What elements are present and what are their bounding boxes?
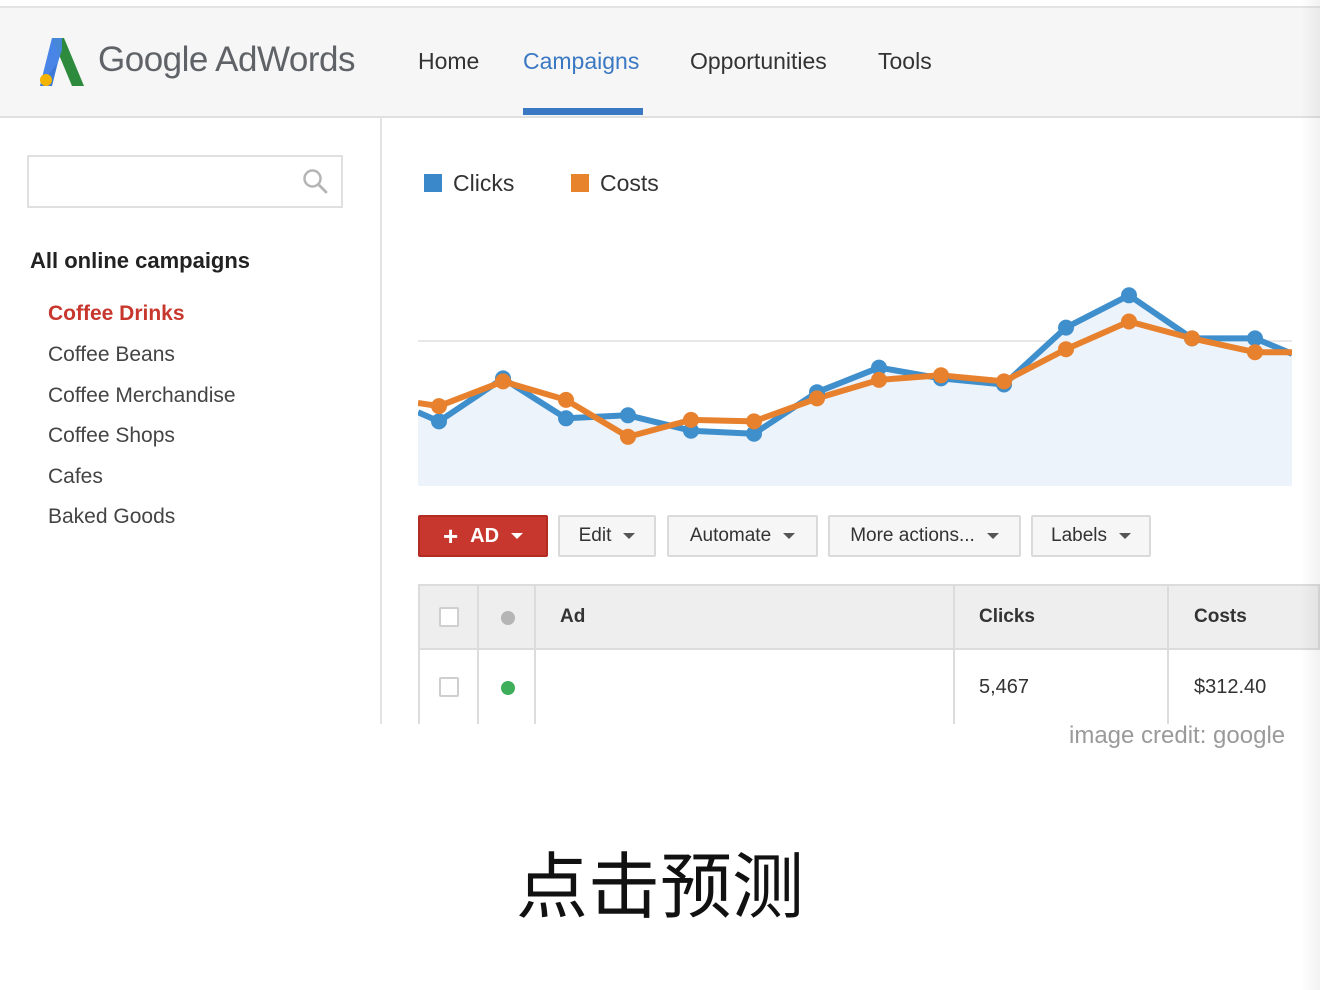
- costs-data-point[interactable]: [933, 367, 949, 384]
- sidebar-item-coffee-beans[interactable]: Coffee Beans: [48, 343, 175, 367]
- active-tab-indicator: [523, 108, 643, 115]
- clicks-data-point[interactable]: [1058, 319, 1074, 336]
- legend-label-costs[interactable]: Costs: [600, 170, 659, 197]
- clicks-area-fill: [418, 295, 1292, 486]
- automate-label: Automate: [689, 525, 772, 546]
- legend-swatch-clicks: [424, 174, 442, 192]
- column-divider: [953, 584, 955, 724]
- video-subtitle: 点击预测: [515, 848, 804, 928]
- sidebar-divider: [380, 118, 382, 724]
- window-top-border: [0, 0, 1320, 8]
- chevron-down-icon: [1119, 533, 1131, 539]
- nav-tab-home[interactable]: Home: [418, 48, 479, 75]
- clicks-data-point[interactable]: [431, 413, 447, 430]
- costs-data-point[interactable]: [495, 373, 511, 390]
- edit-button[interactable]: Edit: [558, 515, 656, 557]
- labels-label: Labels: [1051, 525, 1107, 546]
- select-all-checkbox[interactable]: [439, 607, 459, 627]
- sidebar-item-coffee-shops[interactable]: Coffee Shops: [48, 424, 175, 448]
- chevron-down-icon: [986, 533, 999, 539]
- clicks-data-point[interactable]: [558, 410, 574, 427]
- costs-data-point[interactable]: [683, 411, 699, 428]
- costs-data-point[interactable]: [431, 398, 447, 415]
- sidebar-item-coffee-merchandise[interactable]: Coffee Merchandise: [48, 384, 236, 408]
- nav-tab-tools[interactable]: Tools: [878, 48, 932, 75]
- column-divider: [534, 584, 536, 724]
- costs-data-point[interactable]: [1247, 344, 1263, 361]
- column-header-costs[interactable]: Costs: [1194, 606, 1247, 628]
- automate-button[interactable]: Automate: [667, 515, 818, 557]
- clicks-data-point[interactable]: [1121, 287, 1137, 304]
- plus-icon: +: [442, 521, 459, 551]
- table-left-border: [418, 584, 420, 724]
- costs-data-point[interactable]: [620, 428, 636, 445]
- sidebar-item-cafes[interactable]: Cafes: [48, 465, 103, 489]
- chevron-down-icon: [783, 533, 796, 539]
- more-actions-button[interactable]: More actions...: [828, 515, 1021, 557]
- chevron-down-icon: [511, 533, 524, 539]
- sidebar-item-baked-goods[interactable]: Baked Goods: [48, 505, 175, 529]
- column-header-ad[interactable]: Ad: [560, 606, 585, 628]
- column-divider: [1167, 584, 1169, 724]
- add-ad-label: AD: [470, 524, 500, 547]
- table-cell-costs: $312.40: [1194, 676, 1267, 698]
- ads-table: Ad Clicks Costs 5,467 $312.40: [418, 584, 1320, 724]
- nav-tab-opportunities[interactable]: Opportunities: [690, 48, 827, 75]
- table-cell-clicks: 5,467: [979, 676, 1030, 698]
- row-checkbox[interactable]: [439, 677, 459, 697]
- column-header-clicks[interactable]: Clicks: [979, 606, 1035, 628]
- costs-data-point[interactable]: [871, 371, 887, 388]
- image-credit: image credit: google: [1069, 722, 1286, 749]
- legend-label-clicks[interactable]: Clicks: [453, 170, 514, 197]
- add-ad-button[interactable]: + AD: [418, 515, 548, 557]
- costs-data-point[interactable]: [558, 391, 574, 408]
- edge-shadow: [1300, 0, 1320, 990]
- clicks-data-point[interactable]: [1247, 330, 1263, 347]
- status-header-icon[interactable]: [501, 611, 515, 625]
- more-actions-label: More actions...: [850, 525, 975, 546]
- nav-tab-campaigns[interactable]: Campaigns: [523, 48, 639, 75]
- labels-button[interactable]: Labels: [1031, 515, 1151, 557]
- clicks-data-point[interactable]: [620, 407, 636, 424]
- performance-chart: [418, 287, 1292, 486]
- costs-data-point[interactable]: [1058, 341, 1074, 358]
- adwords-logo-icon[interactable]: [38, 38, 86, 86]
- column-divider: [477, 584, 479, 724]
- status-enabled-icon[interactable]: [501, 681, 515, 695]
- sidebar-item-coffee-drinks[interactable]: Coffee Drinks: [48, 302, 185, 326]
- search-icon[interactable]: [302, 168, 328, 194]
- campaigns-heading: All online campaigns: [30, 248, 251, 273]
- table-header-row: [418, 584, 1320, 650]
- edit-label: Edit: [578, 525, 612, 546]
- legend-swatch-costs: [571, 174, 589, 192]
- costs-data-point[interactable]: [1184, 330, 1200, 347]
- app-logo-text: Google AdWords: [98, 40, 355, 79]
- costs-data-point[interactable]: [809, 390, 825, 407]
- costs-data-point[interactable]: [1121, 313, 1137, 330]
- costs-data-point[interactable]: [746, 413, 762, 430]
- costs-data-point[interactable]: [996, 373, 1012, 390]
- sidebar-search-input[interactable]: [27, 155, 343, 208]
- chevron-down-icon: [623, 533, 636, 539]
